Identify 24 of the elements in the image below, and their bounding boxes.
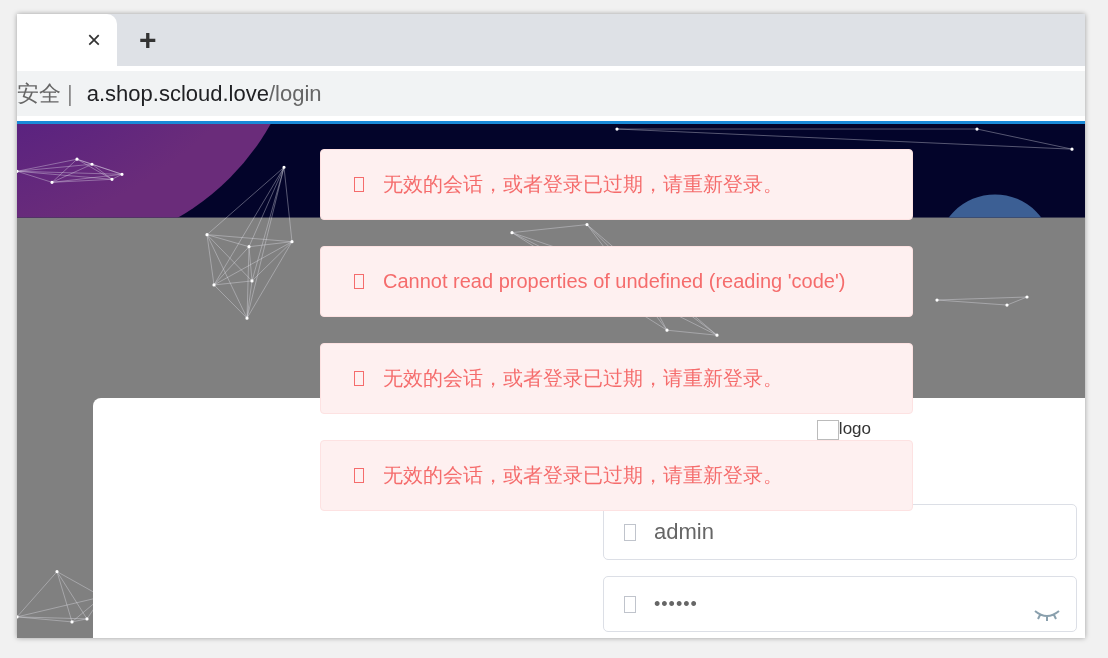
- toast-icon: [354, 177, 364, 192]
- field-value: ••••••: [654, 593, 698, 615]
- toast-icon: [354, 371, 364, 386]
- security-label: 安全: [17, 79, 61, 108]
- url-host: a.shop.scloud.love: [86, 80, 269, 107]
- closed-eye-icon[interactable]: [1034, 609, 1060, 621]
- broken-image-icon: [816, 420, 839, 440]
- toast-message: Cannot read properties of undefined (reading 'code'): [383, 270, 846, 293]
- field-icon: [624, 595, 636, 613]
- close-icon[interactable]: ×: [87, 28, 101, 52]
- field-icon: [624, 523, 636, 541]
- toast-icon: [354, 274, 364, 289]
- toast-message: 无效的会话，或者登录已过期，请重新登录。: [383, 366, 783, 391]
- browser-tab[interactable]: ×: [17, 14, 117, 66]
- field-value: admin: [654, 519, 714, 545]
- toast-icon: [354, 468, 364, 483]
- address-bar[interactable]: 安全 | a.shop.scloud.love/login: [17, 71, 1085, 116]
- logo-alt-text: logo: [838, 420, 871, 438]
- separator: |: [67, 80, 73, 107]
- toast-message: 无效的会话，或者登录已过期，请重新登录。: [383, 463, 783, 488]
- url-path: /login: [268, 80, 322, 107]
- input-field[interactable]: ••••••: [603, 576, 1077, 632]
- toast-message: 无效的会话，或者登录已过期，请重新登录。: [383, 172, 783, 197]
- new-tab-button[interactable]: +: [139, 25, 157, 55]
